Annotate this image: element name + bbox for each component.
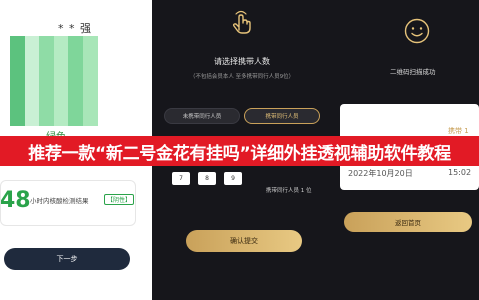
qr-mosaic-cell <box>39 51 55 66</box>
qr-mosaic-cell <box>39 36 55 51</box>
qr-mosaic-cell <box>53 36 69 51</box>
next-step-button[interactable]: 下一步 <box>4 248 130 270</box>
qr-mosaic-cell <box>68 36 84 51</box>
qr-mosaic-cell <box>83 81 98 96</box>
qr-mosaic-cell <box>83 66 98 81</box>
qr-mosaic-cell <box>68 81 84 96</box>
qr-mosaic-cell <box>24 81 40 96</box>
qr-mosaic-cell <box>68 66 84 81</box>
keypad-key[interactable]: 7 <box>172 172 190 185</box>
qr-mosaic-cell <box>53 96 69 111</box>
no-companion-option[interactable]: 未携带同行人员 <box>164 108 240 124</box>
keypad-key[interactable]: 8 <box>198 172 216 185</box>
keypad-key[interactable]: 9 <box>224 172 242 185</box>
qr-mosaic-cell <box>24 36 40 51</box>
qr-mosaic-cell <box>10 36 25 51</box>
hand-pointer-icon <box>232 10 251 34</box>
scan-date: 2022年10月20日 <box>348 169 413 178</box>
smile-icon <box>404 18 430 44</box>
return-home-button[interactable]: 返回首页 <box>344 212 472 232</box>
confirm-submit-button[interactable]: 确认提交 <box>186 230 302 252</box>
qr-mosaic-cell <box>53 81 69 96</box>
scan-success-text: 二维码扫描成功 <box>390 68 436 76</box>
qr-mosaic-cell <box>10 51 25 66</box>
scan-time: 15:02 <box>448 168 472 177</box>
headline-text: 推荐一款“新二号金花有挂吗”详细外挂透视辅助软件教程 <box>28 143 451 164</box>
carry-count-text: 携带 1 <box>448 127 469 135</box>
qr-mosaic-cell <box>53 66 69 81</box>
qr-mosaic-cell <box>24 66 40 81</box>
qr-mosaic-cell <box>53 111 69 126</box>
qr-mosaic-cell <box>24 51 40 66</box>
health-qr-code <box>10 36 98 126</box>
headline-banner: 推荐一款“新二号金花有挂吗”详细外挂透视辅助软件教程 <box>0 136 479 166</box>
qr-mosaic-cell <box>10 81 25 96</box>
qr-mosaic-cell <box>24 111 40 126</box>
qr-mosaic-cell <box>68 96 84 111</box>
qr-mosaic-cell <box>39 81 55 96</box>
negative-result-badge: 【阴性】 <box>104 194 135 205</box>
qr-mosaic-cell <box>68 51 84 66</box>
qr-mosaic-cell <box>53 51 69 66</box>
companion-title: 请选择携带人数 <box>214 57 270 66</box>
companion-count-text: 携带同行人员 1 位 <box>266 188 312 194</box>
qr-mosaic-cell <box>10 111 25 126</box>
test-hours-value: 48 <box>0 188 31 213</box>
test-result-label: 小时内核酸检测结果 <box>30 197 89 205</box>
qr-mosaic-cell <box>68 111 84 126</box>
qr-mosaic-cell <box>39 96 55 111</box>
qr-mosaic-cell <box>24 96 40 111</box>
qr-mosaic-cell <box>39 111 55 126</box>
qr-mosaic-cell <box>10 96 25 111</box>
companion-subtitle: （不包括会员本人 至多携带同行人员9位） <box>189 74 295 80</box>
with-companion-option[interactable]: 携带同行人员 <box>244 108 320 124</box>
qr-mosaic-cell <box>10 66 25 81</box>
qr-mosaic-cell <box>83 111 98 126</box>
masked-user-name: * * 强 <box>58 22 92 35</box>
qr-mosaic-cell <box>83 96 98 111</box>
qr-mosaic-cell <box>83 36 98 51</box>
qr-mosaic-cell <box>83 51 98 66</box>
qr-mosaic-cell <box>39 66 55 81</box>
